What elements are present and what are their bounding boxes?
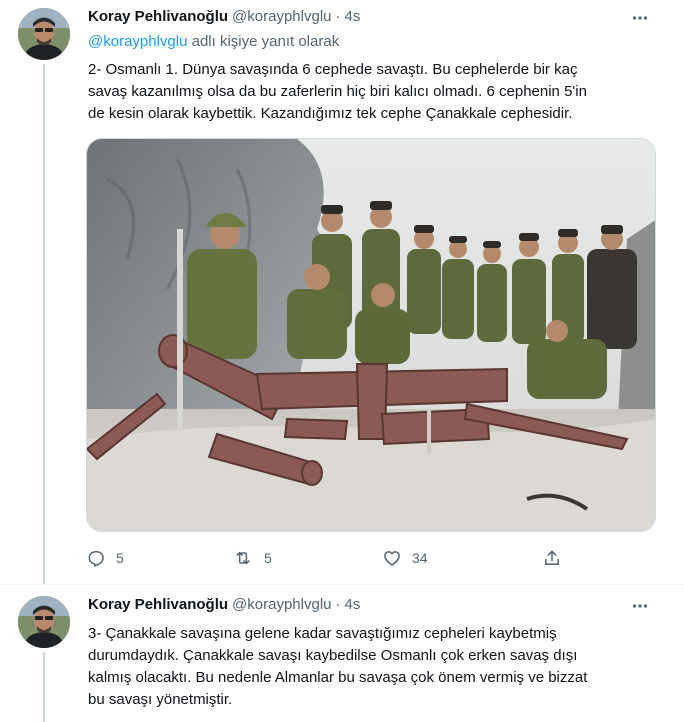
upload-share-icon	[545, 550, 559, 565]
share-button[interactable]	[542, 546, 562, 570]
retweet-count: 5	[264, 550, 272, 566]
tweet-text-line: de kesin olarak kaybettik. Kazandığımız …	[88, 105, 573, 122]
tweet-text-line: savaş kazanılmış olsa da bu zaferlerin h…	[88, 83, 587, 100]
retweet-arrows-icon	[236, 551, 250, 565]
thread-connector-line	[43, 64, 45, 584]
reply-context-text: adlı kişiye yanıt olarak	[187, 33, 340, 50]
like-button[interactable]: 34	[382, 546, 428, 570]
author-name[interactable]: Koray Pehlivanoğlu	[88, 8, 228, 25]
like-count: 34	[412, 550, 428, 566]
tweet-text-line: bu savaşı yönetmiştir.	[88, 691, 233, 708]
tweet-timestamp[interactable]: 4s	[345, 596, 361, 613]
tweet-photo[interactable]	[86, 138, 656, 532]
more-options-button[interactable]	[630, 8, 650, 28]
tweet-text-line: 3- Çanakkale savaşına gelene kadar savaş…	[88, 625, 557, 642]
author-handle[interactable]: @korayphlvglu	[232, 8, 331, 25]
heart-icon	[384, 551, 400, 566]
reply-button[interactable]: 5	[86, 546, 124, 570]
reply-count: 5	[116, 550, 124, 566]
tweet-header: Koray Pehlivanoğlu @korayphlvglu · 4s	[88, 596, 360, 616]
tweet-text: 3- Çanakkale savaşına gelene kadar savaş…	[88, 623, 658, 711]
tweet-text-line: durumdaydık. Çanakkale savaşı kaybedilse…	[88, 647, 578, 664]
author-name[interactable]: Koray Pehlivanoğlu	[88, 596, 228, 613]
thread-connector-line	[43, 652, 45, 722]
three-dots-icon	[632, 604, 648, 608]
tweet-text: 2- Osmanlı 1. Dünya savaşında 6 cephede …	[88, 59, 658, 125]
tweet-timestamp[interactable]: 4s	[345, 8, 361, 25]
separator-dot: ·	[335, 596, 341, 613]
three-dots-icon	[632, 16, 648, 20]
reply-mention-link[interactable]: @korayphlvglu	[88, 33, 187, 50]
tweet-actions: 5 5 34	[86, 546, 566, 570]
avatar[interactable]	[18, 596, 70, 648]
reply-context: @korayphlvglu adlı kişiye yanıt olarak	[88, 33, 339, 50]
photo-image	[87, 139, 655, 531]
separator-dot: ·	[335, 8, 341, 25]
tweet-text-line: 2- Osmanlı 1. Dünya savaşında 6 cephede …	[88, 61, 578, 78]
retweet-button[interactable]: 5	[232, 546, 272, 570]
more-options-button[interactable]	[630, 596, 650, 616]
tweet-header: Koray Pehlivanoğlu @korayphlvglu · 4s	[88, 8, 360, 28]
author-handle[interactable]: @korayphlvglu	[232, 596, 331, 613]
speech-bubble-icon	[88, 551, 104, 567]
tweet-text-line: kalmış olacaktı. Bu nedenle Almanlar bu …	[88, 669, 588, 686]
avatar[interactable]	[18, 8, 70, 60]
